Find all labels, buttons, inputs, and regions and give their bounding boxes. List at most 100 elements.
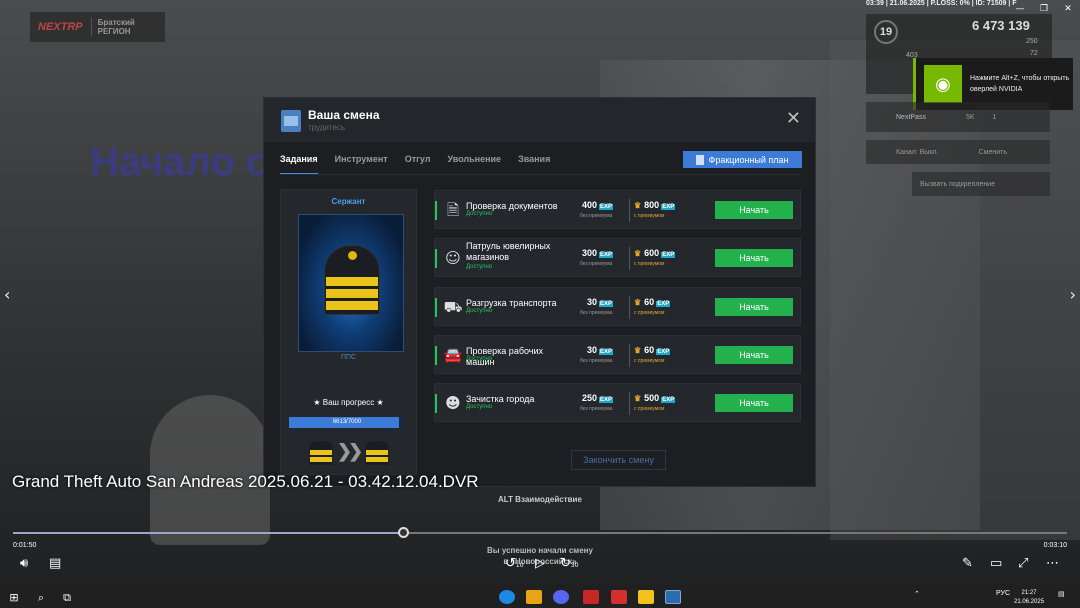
forward-icon[interactable]: ↻30 bbox=[560, 556, 579, 571]
modal-title: Ваша смена bbox=[308, 108, 380, 122]
no-premium-label: без премиума bbox=[580, 406, 613, 412]
epaulette-icon bbox=[324, 245, 380, 315]
start-task-button[interactable]: Начать bbox=[715, 201, 793, 219]
tab-divider bbox=[280, 174, 801, 175]
current-time: 0:01:50 bbox=[13, 542, 37, 549]
exp-badge: EXP bbox=[661, 204, 676, 210]
edge-app-icon[interactable] bbox=[499, 590, 515, 604]
start-task-button[interactable]: Начать bbox=[715, 298, 793, 316]
next-arrow-icon[interactable]: › bbox=[1070, 285, 1076, 304]
start-icon[interactable]: ⊞ bbox=[6, 590, 22, 605]
exp-badge: EXP bbox=[598, 252, 613, 258]
nextpass-panel[interactable]: NextPass 5K 1 bbox=[866, 102, 1050, 132]
start-task-button[interactable]: Начать bbox=[715, 346, 793, 364]
notifications-icon[interactable]: ▤ bbox=[1058, 590, 1065, 598]
progress-title: ★ Ваш прогресс ★ bbox=[313, 398, 384, 407]
taskbar-clock[interactable]: 21:27 21.06.2025 bbox=[1014, 589, 1044, 607]
task-reward: 30 EXP bbox=[569, 345, 613, 355]
backup-label: Вызвать подкрепление bbox=[920, 180, 995, 188]
task-row: 🗎 Проверка документов Доступно 400 EXP бе… bbox=[434, 190, 801, 229]
top-stat-bar: 03:39 | 21.06.2025 | P.LOSS: 0% | ID: 71… bbox=[866, 0, 1017, 7]
play-icon[interactable]: ▷ bbox=[535, 556, 545, 571]
task-status: Доступно bbox=[466, 356, 493, 362]
task-reward: 30 EXP bbox=[569, 297, 613, 307]
app-icon-4[interactable] bbox=[583, 590, 599, 604]
discord-app-icon[interactable] bbox=[553, 590, 569, 604]
seek-thumb[interactable] bbox=[397, 527, 409, 538]
task-status: Доступно bbox=[466, 264, 493, 270]
nvidia-text: Нажмите Alt+Z, чтобы открыть оверлей NVI… bbox=[970, 75, 1070, 93]
radio-change[interactable]: Сменить bbox=[979, 149, 1007, 156]
clock-time: 21:27 bbox=[1021, 590, 1037, 596]
tray-chevron-icon[interactable]: ⌃ bbox=[914, 590, 920, 598]
seek-fill bbox=[13, 532, 403, 534]
backup-button[interactable]: Вызвать подкрепление bbox=[912, 172, 1050, 196]
no-premium-label: без премиума bbox=[580, 261, 613, 267]
language-indicator[interactable]: РУС bbox=[996, 590, 1010, 597]
reward-value: 400 bbox=[581, 200, 597, 210]
exp-badge: EXP bbox=[656, 349, 671, 355]
reward-value: 300 bbox=[581, 248, 597, 258]
start-task-button[interactable]: Начать bbox=[715, 249, 793, 267]
exp-badge: EXP bbox=[661, 252, 676, 258]
next-rank-icon bbox=[365, 441, 389, 465]
plan-icon bbox=[696, 154, 705, 165]
task-premium-reward: ♛ 800 EXP bbox=[634, 200, 676, 210]
premium-label: с премиумом bbox=[634, 406, 665, 412]
reward-value: 250 bbox=[581, 393, 597, 403]
task-view-icon[interactable]: ⧉ bbox=[59, 590, 75, 605]
video-title: Grand Theft Auto San Andreas 2025.06.21 … bbox=[12, 472, 479, 491]
subtitles-icon[interactable]: ▤ bbox=[49, 556, 61, 571]
interaction-hint: ALT Взаимодействие bbox=[498, 495, 582, 504]
status-accent bbox=[435, 394, 437, 413]
document-icon: 🗎 bbox=[446, 201, 460, 219]
edit-icon[interactable]: ✎ bbox=[962, 556, 973, 571]
reward-divider bbox=[629, 199, 630, 222]
level-badge: 19 bbox=[874, 20, 898, 44]
rank-panel: Сержант ППС ★ Ваш прогресс ★ 6613/7000 ❯… bbox=[280, 189, 417, 475]
fullscreen-icon[interactable]: ⤢ bbox=[1018, 556, 1028, 571]
task-row: ☺ Патруль ювелирных магазинов Доступно 3… bbox=[434, 238, 801, 277]
faction-plan-button[interactable]: Фракционный план bbox=[683, 151, 802, 168]
tab-tasks[interactable]: Задания bbox=[280, 154, 318, 175]
rewind-icon[interactable]: ↺10 bbox=[505, 556, 524, 571]
premium-label: с премиумом bbox=[634, 358, 665, 364]
money-display: 6 473 139 bbox=[972, 18, 1030, 33]
seek-bar[interactable] bbox=[13, 532, 1067, 534]
start-task-button[interactable]: Начать bbox=[715, 394, 793, 412]
tab-resign[interactable]: Увольнение bbox=[447, 154, 501, 175]
exp-badge: EXP bbox=[656, 301, 671, 307]
app-icon-2[interactable] bbox=[526, 590, 542, 604]
task-premium-reward: ♛ 500 EXP bbox=[634, 393, 676, 403]
close-window-button[interactable]: ✕ bbox=[1056, 0, 1080, 18]
volume-icon[interactable]: 🔊︎ bbox=[20, 556, 28, 571]
no-premium-label: без премиума bbox=[580, 213, 613, 219]
premium-label: с премиумом bbox=[634, 261, 665, 267]
nextpass-value-2: 1 bbox=[992, 113, 997, 121]
end-shift-button[interactable]: Закончить смену bbox=[571, 450, 666, 470]
task-status: Доступно bbox=[466, 211, 493, 217]
tab-tools[interactable]: Инструмент bbox=[335, 154, 388, 175]
building-icon bbox=[281, 110, 301, 132]
hud-stat-1: 250 bbox=[1026, 38, 1038, 45]
reward-value: 30 bbox=[586, 345, 597, 355]
windows-taskbar: ⊞ ⌕ ⧉ ⌃ РУС 21:27 21.06.2025 ▤ bbox=[0, 587, 1080, 608]
more-icon[interactable]: ⋯ bbox=[1046, 556, 1059, 571]
shift-modal: Ваша смена трудитесь ✕ Задания Инструмен… bbox=[263, 97, 816, 487]
radio-panel[interactable]: Канал: Выкл. Сменить bbox=[866, 140, 1050, 164]
task-row: ⛟ Разгрузка транспорта Доступно 30 EXP бе… bbox=[434, 287, 801, 326]
app-icon-5[interactable] bbox=[611, 590, 627, 604]
close-icon[interactable]: ✕ bbox=[786, 110, 801, 128]
media-player-app-icon[interactable] bbox=[665, 590, 681, 604]
background-text: Начало с bbox=[90, 140, 269, 184]
tab-leave[interactable]: Отгул bbox=[405, 154, 431, 175]
server-logo-region: Братский РЕГИОН bbox=[90, 18, 165, 36]
cast-icon[interactable]: ▭ bbox=[990, 556, 1002, 571]
prev-arrow-icon[interactable]: ‹ bbox=[4, 285, 10, 304]
premium-value: 800 bbox=[644, 200, 660, 210]
explorer-app-icon[interactable] bbox=[638, 590, 654, 604]
forward-seconds: 30 bbox=[570, 562, 579, 569]
search-icon[interactable]: ⌕ bbox=[33, 590, 49, 605]
tab-ranks[interactable]: Звания bbox=[518, 154, 550, 175]
patrol-icon: ☺ bbox=[445, 249, 461, 267]
